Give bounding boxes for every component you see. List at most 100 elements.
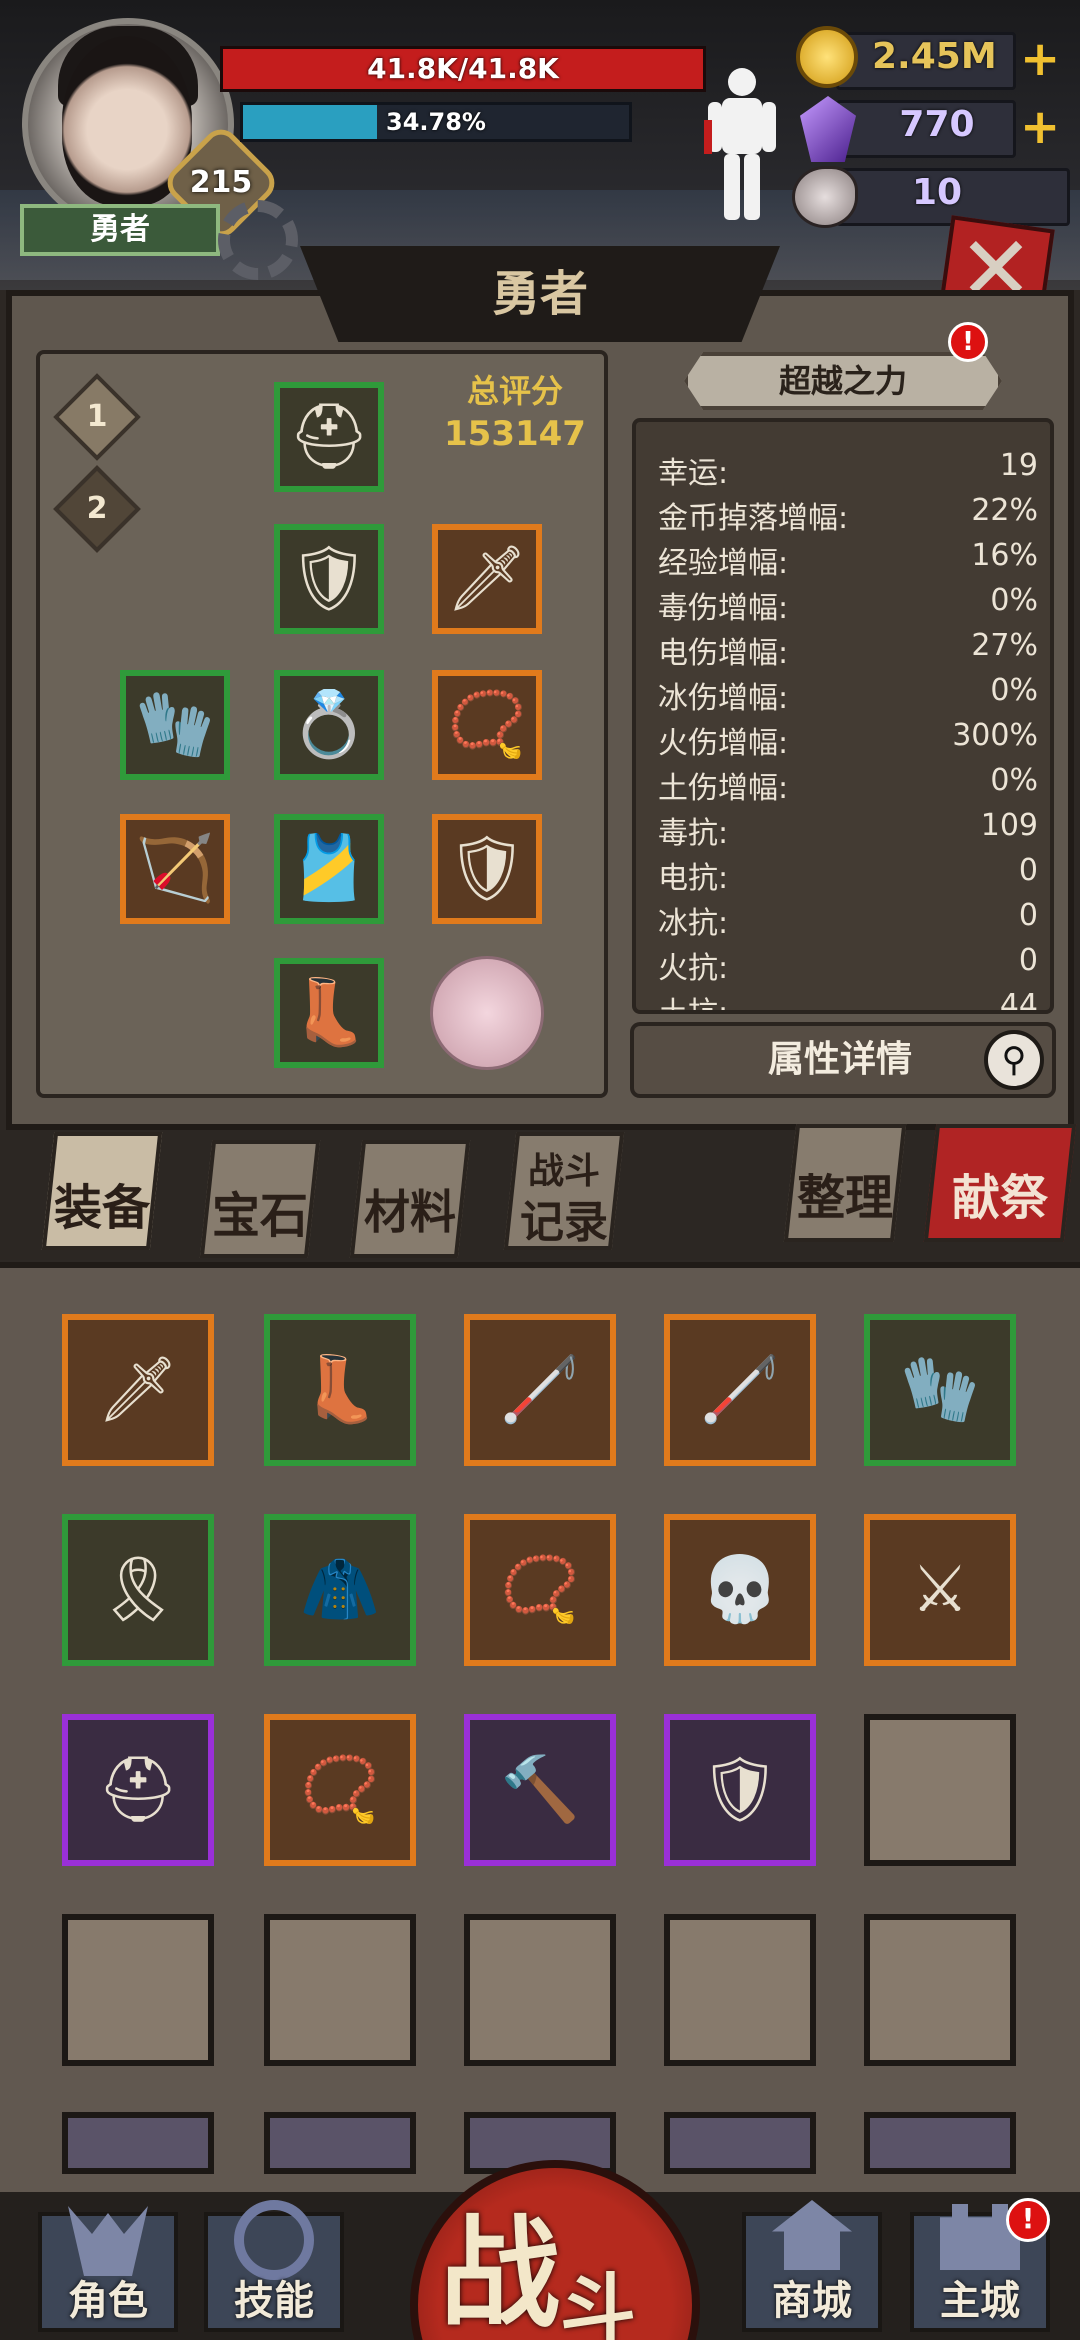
blade-icon: 🗡 [446, 542, 528, 616]
ring-icon: 💍 [289, 688, 369, 762]
gloves-icon: 🧤 [900, 1353, 980, 1427]
equipped-shield[interactable]: 🛡 [432, 814, 542, 924]
equipped-boots[interactable]: 👢 [274, 958, 384, 1068]
empty-inventory-slot[interactable] [264, 1914, 416, 2066]
castle-alert-badge: ! [1006, 2198, 1050, 2242]
stat-label: 土抗: [658, 996, 729, 1014]
belt-icon: 🎽 [289, 832, 369, 906]
boots-icon: 👢 [300, 1353, 380, 1427]
locked-inventory-slot[interactable] [62, 2112, 214, 2174]
inventory-slot[interactable]: 📿 [464, 1514, 616, 1666]
skull-helmet-icon: 💀 [700, 1553, 780, 1627]
knight-silhouette-icon[interactable] [704, 64, 780, 224]
loadout-2-label: 2 [86, 491, 108, 526]
stat-row: 毒伤增幅: 0% [658, 583, 1038, 628]
stat-row: 火伤增幅: 300% [658, 718, 1038, 763]
loadout-1-label: 1 [86, 399, 108, 434]
pendant-icon: 📿 [300, 1753, 380, 1827]
empty-inventory-slot[interactable] [62, 1914, 214, 2066]
stat-value: 0 [1018, 943, 1038, 978]
boots-icon: 👢 [289, 976, 369, 1050]
hp-text: 41.8K/41.8K [367, 52, 559, 85]
stats-list[interactable]: 幸运: 19 金币掉落增幅: 22% 经验增幅: 16% 毒伤增幅: 0% 电伤增幅: 2… [632, 418, 1054, 1014]
inventory-slot[interactable]: 📿 [264, 1714, 416, 1866]
cloak-icon: 🧥 [300, 1553, 380, 1627]
empty-inventory-slot[interactable] [464, 1914, 616, 2066]
stat-label: 经验增幅: [658, 546, 789, 581]
equipped-blade[interactable]: 🗡 [432, 524, 542, 634]
stat-row: 电抗: 0 [658, 853, 1038, 898]
bow-icon: 🏹 [135, 832, 215, 906]
stat-label: 土伤增幅: [658, 771, 789, 806]
inventory-slot[interactable]: 🛡 [664, 1714, 816, 1866]
seal-icon[interactable] [430, 956, 544, 1070]
locked-inventory-slot[interactable] [864, 2112, 1016, 2174]
stat-value: 0% [990, 583, 1038, 618]
battle-label-1: 战 [440, 2205, 560, 2340]
sort-button-label: 整理 [796, 1170, 893, 1226]
inventory-slot[interactable]: ⚔ [864, 1514, 1016, 1666]
empty-inventory-slot[interactable] [664, 1914, 816, 2066]
inventory-slot[interactable]: 💀 [664, 1514, 816, 1666]
inventory-slot[interactable]: 🦯 [664, 1314, 816, 1466]
empty-inventory-slot[interactable] [864, 1914, 1016, 2066]
equipped-glove[interactable]: 🧤 [120, 670, 230, 780]
equipped-belt[interactable]: 🎽 [274, 814, 384, 924]
equipped-bow[interactable]: 🏹 [120, 814, 230, 924]
inventory-slot[interactable]: 🎗 [62, 1514, 214, 1666]
inventory-slot[interactable]: ⛑ [62, 1714, 214, 1866]
xp-text: 34.78% [386, 108, 486, 136]
transcend-power-label: 超越之力 [778, 362, 907, 400]
inventory-slot[interactable]: 🧥 [264, 1514, 416, 1666]
stat-value: 0% [990, 763, 1038, 798]
player-name: 勇者 [20, 204, 220, 256]
armor-icon: 🛡 [288, 542, 370, 616]
stat-row: 火抗: 0 [658, 943, 1038, 988]
stat-row: 土伤增幅: 0% [658, 763, 1038, 808]
equipped-ring[interactable]: 💍 [274, 670, 384, 780]
nav-castle-label: 主城 [940, 2278, 1020, 2324]
stat-row: 冰伤增幅: 0% [658, 673, 1038, 718]
helmet-icon: ⛑ [288, 400, 370, 474]
stat-label: 电抗: [658, 861, 729, 896]
locked-inventory-slot[interactable] [264, 2112, 416, 2174]
stat-label: 幸运: [658, 456, 729, 491]
magnifier-icon[interactable]: ⚲ [984, 1030, 1044, 1090]
sacrifice-button-label: 献祭 [951, 1170, 1048, 1226]
stat-label: 冰伤增幅: [658, 681, 789, 716]
inventory-slot[interactable]: 🧤 [864, 1314, 1016, 1466]
inventory-slot[interactable]: 🗡 [62, 1314, 214, 1466]
equipped-helmet[interactable]: ⛑ [274, 382, 384, 492]
gold-amount: 2.45M [872, 36, 997, 77]
staff-icon: 🦯 [700, 1353, 780, 1427]
gold-coin-icon [796, 26, 858, 88]
inventory-slot[interactable]: 🔨 [464, 1714, 616, 1866]
tab-battle-log-label-2: 记录 [520, 1197, 608, 1248]
staff-icon: 🦯 [500, 1353, 580, 1427]
stat-row: 金币掉落增幅: 22% [658, 493, 1038, 538]
equipped-necklace[interactable]: 📿 [432, 670, 542, 780]
inventory-slot[interactable]: 🦯 [464, 1314, 616, 1466]
stat-label: 冰抗: [658, 906, 729, 941]
battle-label-2: 斗 [560, 2265, 636, 2340]
crystal-plus-button[interactable]: + [1020, 98, 1064, 156]
stat-value: 0 [1018, 853, 1038, 888]
nav-shop-label: 商城 [772, 2278, 852, 2324]
stat-label: 火伤增幅: [658, 726, 789, 761]
gold-plus-button[interactable]: + [1020, 30, 1064, 88]
belt-icon: 🎗 [97, 1553, 179, 1627]
panel-title: 勇者 [491, 266, 588, 322]
stat-value: 0 [1018, 898, 1038, 933]
stat-value: 22% [971, 493, 1038, 528]
score-value: 153147 [444, 414, 586, 454]
equipped-armor[interactable]: 🛡 [274, 524, 384, 634]
inventory-slot[interactable]: 👢 [264, 1314, 416, 1466]
dagger-icon: 🗡 [97, 1353, 179, 1427]
stat-value: 16% [971, 538, 1038, 573]
locked-inventory-slot[interactable] [664, 2112, 816, 2174]
empty-inventory-slot[interactable] [864, 1714, 1016, 1866]
necklace-icon: 📿 [447, 688, 527, 762]
stat-label: 毒抗: [658, 816, 729, 851]
stat-row: 经验增幅: 16% [658, 538, 1038, 583]
settings-gear-icon[interactable] [218, 200, 298, 280]
